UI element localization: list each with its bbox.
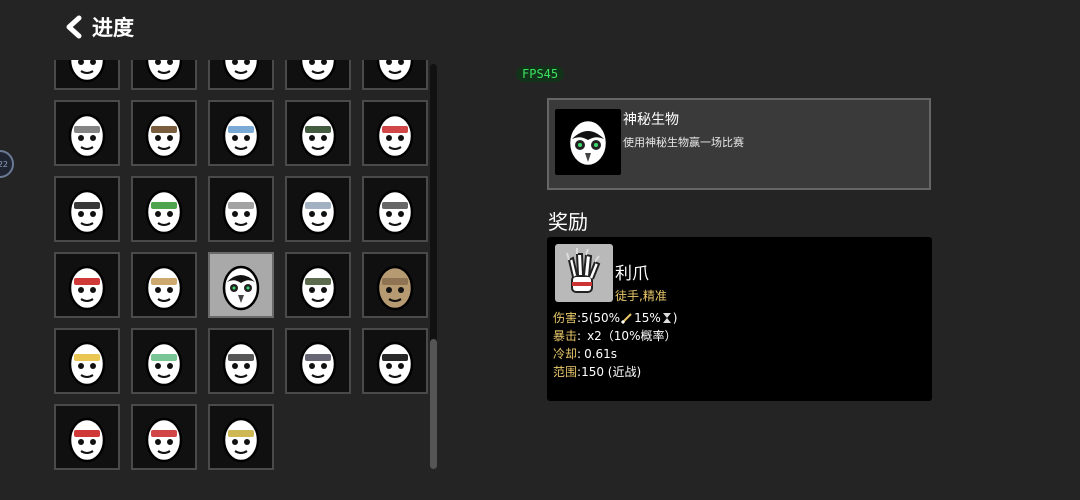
- egg-red-nose-icon: [145, 417, 183, 463]
- stat-separator: :: [577, 329, 582, 343]
- egg-mustache-icon: [145, 60, 183, 83]
- achievement-grid[interactable]: [52, 60, 430, 478]
- stat-value: ): [672, 311, 678, 325]
- stat-separator: :: [577, 347, 582, 361]
- achievement-name: 神秘生物: [623, 112, 679, 128]
- achievement-tile[interactable]: [131, 176, 197, 242]
- stat-value: 15%: [634, 311, 661, 325]
- achievement-tile[interactable]: [362, 252, 428, 318]
- achievement-tile[interactable]: [131, 60, 197, 90]
- achievement-tile[interactable]: [285, 100, 351, 166]
- hourglass-icon: [662, 313, 671, 323]
- achievement-detail-card: 神秘生物 使用神秘生物赢一场比赛: [547, 98, 931, 190]
- achievement-tile[interactable]: [362, 100, 428, 166]
- scrollbar-thumb[interactable]: [430, 339, 437, 469]
- achievement-tile[interactable]: [285, 328, 351, 394]
- reward-name: 利爪: [615, 264, 649, 284]
- egg-red-mask-icon: [68, 265, 106, 311]
- egg-safari-hat-icon: [299, 265, 337, 311]
- achievement-tile[interactable]: [208, 252, 274, 318]
- egg-glasses-mask-icon: [222, 113, 260, 159]
- achievement-description: 使用神秘生物赢一场比赛: [623, 136, 744, 149]
- egg-monocle-icon: [68, 189, 106, 235]
- claw-glove-icon: [555, 244, 613, 302]
- achievement-tile[interactable]: [54, 328, 120, 394]
- achievement-tile[interactable]: [131, 252, 197, 318]
- achievement-tile[interactable]: [54, 252, 120, 318]
- reward-stats: 伤害: 5(50% 15% ) 暴击: x2（10%概率） 冷却: 0.61s …: [553, 309, 677, 381]
- egg-glasses-grin-icon: [376, 113, 414, 159]
- egg-potato-icon: [376, 265, 414, 311]
- egg-ninja-icon: [299, 113, 337, 159]
- stat-value: 0.61s: [584, 347, 618, 361]
- stat-label: 冷却: [553, 347, 578, 361]
- egg-mystery-creature-icon: [222, 265, 260, 311]
- achievement-tile[interactable]: [285, 60, 351, 90]
- chevron-left-icon: [64, 15, 84, 39]
- achievement-tile[interactable]: [362, 176, 428, 242]
- egg-knight-helmet-icon: [68, 113, 106, 159]
- achievement-tile[interactable]: [208, 60, 274, 90]
- stat-range: 范围: 150 (近战): [553, 363, 677, 381]
- egg-plain-icon: [222, 341, 260, 387]
- grid-scrollbar[interactable]: [430, 64, 437, 469]
- mystery-creature-icon: [555, 109, 621, 175]
- achievement-tile[interactable]: [285, 252, 351, 318]
- stat-label: 范围: [553, 365, 578, 379]
- achievement-tile[interactable]: [208, 328, 274, 394]
- egg-sunglasses-icon: [376, 341, 414, 387]
- egg-bandage-icon: [68, 60, 106, 83]
- achievement-tile[interactable]: [131, 100, 197, 166]
- stat-damage: 伤害: 5(50% 15% ): [553, 309, 677, 327]
- egg-orange-beak-icon: [299, 60, 337, 83]
- egg-worried-icon: [376, 189, 414, 235]
- stat-crit: 暴击: x2（10%概率）: [553, 327, 677, 345]
- egg-bearded-hair-icon: [145, 113, 183, 159]
- achievement-tile[interactable]: [131, 328, 197, 394]
- achievement-tile[interactable]: [54, 60, 120, 90]
- achievement-tile[interactable]: [285, 176, 351, 242]
- achievement-tile[interactable]: [54, 404, 120, 470]
- egg-viking-icon: [222, 189, 260, 235]
- stat-cooldown: 冷却: 0.61s: [553, 345, 677, 363]
- achievement-tile[interactable]: [54, 100, 120, 166]
- achievement-tile[interactable]: [208, 100, 274, 166]
- reward-section-title: 奖励: [548, 210, 588, 234]
- achievement-tile[interactable]: [208, 404, 274, 470]
- egg-drool-icon: [299, 189, 337, 235]
- stat-value: x2（10%概率）: [587, 329, 677, 343]
- egg-scarred-icon: [222, 60, 260, 83]
- stat-label: 暴击: [553, 329, 578, 343]
- egg-devil-horns-icon: [222, 417, 260, 463]
- page-title: 进度: [92, 16, 134, 40]
- egg-blue-suit-icon: [376, 60, 414, 83]
- back-button[interactable]: 进度: [64, 12, 134, 42]
- sword-icon: [621, 313, 632, 324]
- egg-zombie-icon: [145, 341, 183, 387]
- stat-value: 5(50%: [581, 311, 621, 325]
- achievement-tile[interactable]: [131, 404, 197, 470]
- achievement-tile[interactable]: [54, 176, 120, 242]
- achievement-tile[interactable]: [362, 328, 428, 394]
- egg-money-glasses-icon: [145, 189, 183, 235]
- egg-ufo-icon: [299, 341, 337, 387]
- achievement-tile[interactable]: [362, 60, 428, 90]
- egg-duck-icon: [145, 265, 183, 311]
- fps-counter: FPS45: [516, 66, 565, 82]
- egg-crown-icon: [68, 341, 106, 387]
- stat-label: 伤害: [553, 311, 578, 325]
- egg-angry-icon: [68, 417, 106, 463]
- reward-card: 利爪 徒手,精准 伤害: 5(50% 15% ) 暴击: x2（10%概率） 冷…: [547, 237, 932, 401]
- achievement-tile[interactable]: [208, 176, 274, 242]
- stat-value: 150 (近战): [581, 365, 642, 379]
- side-badge[interactable]: 22: [0, 150, 14, 178]
- reward-tags: 徒手,精准: [615, 289, 667, 303]
